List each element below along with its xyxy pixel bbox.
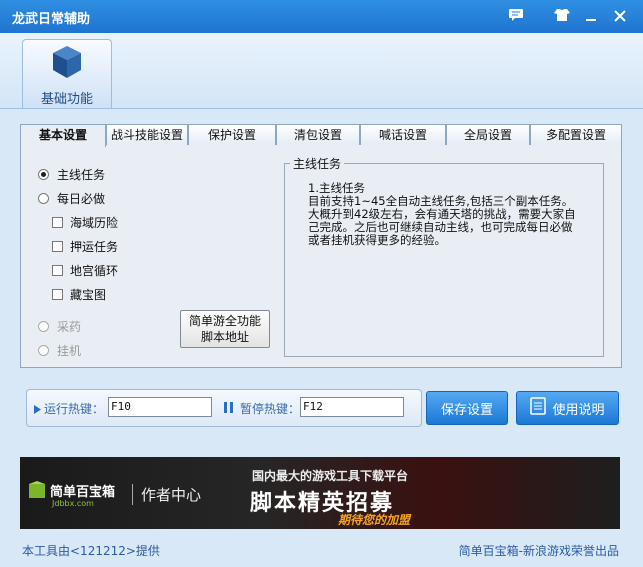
radio-indicator: [38, 321, 49, 332]
radio-main-quest[interactable]: 主线任务: [38, 166, 105, 183]
checkbox-dungeon-loop[interactable]: 地宫循环: [52, 262, 118, 279]
banner-headline-small: 国内最大的游戏工具下载平台: [252, 469, 409, 483]
pause-hotkey-input[interactable]: F12: [300, 397, 404, 417]
shirt-icon: [554, 8, 570, 26]
radio-herb[interactable]: 采药: [38, 318, 81, 335]
title-bar: 龙武日常辅助: [0, 0, 643, 33]
groupbox-title: 主线任务: [290, 155, 345, 172]
tab-global[interactable]: 全局设置: [446, 124, 530, 145]
pause-hotkey-label: 暂停热键：: [240, 402, 301, 416]
function-ribbon: 基础功能: [0, 33, 643, 109]
radio-label: 每日必做: [57, 192, 106, 206]
radio-indicator: [38, 345, 49, 356]
feedback-button[interactable]: [503, 5, 529, 29]
checkbox-box: [52, 265, 63, 276]
help-button-label: 使用说明: [552, 402, 605, 418]
ribbon-item-label: 基础功能: [40, 92, 93, 107]
recruit-banner[interactable]: 简单百宝箱 Jdbbx.com 作者中心 国内最大的游戏工具下载平台 脚本精英招…: [20, 457, 620, 529]
radio-indicator: [38, 169, 49, 180]
banner-brand: 简单百宝箱: [50, 485, 116, 500]
checkbox-sea-adventure[interactable]: 海域历险: [52, 214, 118, 231]
radio-label: 主线任务: [57, 168, 106, 182]
script-address-button[interactable]: 简单游全功能 脚本地址: [180, 310, 270, 348]
tab-protection[interactable]: 保护设置: [188, 124, 276, 145]
tab-shout[interactable]: 喊话设置: [360, 124, 446, 145]
help-button[interactable]: 使用说明: [516, 391, 619, 425]
radio-label: 挂机: [57, 344, 82, 358]
minimize-button[interactable]: [578, 5, 604, 29]
checkbox-label: 海域历险: [70, 216, 119, 230]
skin-button[interactable]: [549, 5, 575, 29]
document-icon: [530, 397, 547, 419]
chat-icon: [508, 8, 524, 26]
checkbox-label: 藏宝图: [70, 288, 107, 302]
button-line-1: 简单游全功能: [188, 314, 261, 328]
jdbbx-logo-icon: [28, 481, 46, 502]
radio-indicator: [38, 193, 49, 204]
tab-multi-config[interactable]: 多配置设置: [530, 124, 622, 145]
pause-icon: [224, 402, 233, 416]
run-hotkey-label: 运行热键：: [44, 402, 105, 416]
groupbox-description: 1.主线任务 目前支持1~45全自动主线任务,包括三个副本任务。大概升到42级左…: [308, 181, 576, 247]
save-settings-button[interactable]: 保存设置: [426, 391, 508, 425]
window-title: 龙武日常辅助: [12, 12, 91, 27]
run-hotkey-input[interactable]: F10: [108, 397, 212, 417]
radio-label: 采药: [57, 320, 82, 334]
play-icon: [34, 403, 41, 417]
checkbox-escort[interactable]: 押运任务: [52, 238, 118, 255]
radio-idle[interactable]: 挂机: [38, 342, 81, 359]
tab-battle-skills[interactable]: 战斗技能设置: [106, 124, 188, 145]
provider-credit: 本工具由<121212>提供: [22, 544, 160, 558]
banner-author-center: 作者中心: [132, 484, 201, 505]
checkbox-label: 地宫循环: [70, 264, 119, 278]
checkbox-box: [52, 289, 63, 300]
checkbox-label: 押运任务: [70, 240, 119, 254]
close-icon: [614, 8, 626, 26]
checkbox-box: [52, 217, 63, 228]
close-button[interactable]: [607, 5, 633, 29]
cube-icon: [51, 44, 83, 83]
radio-daily[interactable]: 每日必做: [38, 190, 105, 207]
ribbon-basic-function[interactable]: 基础功能: [22, 39, 112, 108]
tab-basic[interactable]: 基本设置: [20, 124, 106, 147]
tab-clear-bag[interactable]: 清包设置: [276, 124, 360, 145]
minimize-icon: [585, 8, 597, 26]
checkbox-box: [52, 241, 63, 252]
checkbox-treasure-map[interactable]: 藏宝图: [52, 286, 106, 303]
banner-tagline: 期待您的加盟: [338, 513, 411, 527]
button-line-2: 脚本地址: [200, 330, 249, 344]
publisher-credit[interactable]: 简单百宝箱-新浪游戏荣誉出品: [459, 542, 619, 559]
save-button-label: 保存设置: [440, 402, 493, 418]
banner-domain: Jdbbx.com: [52, 499, 94, 508]
